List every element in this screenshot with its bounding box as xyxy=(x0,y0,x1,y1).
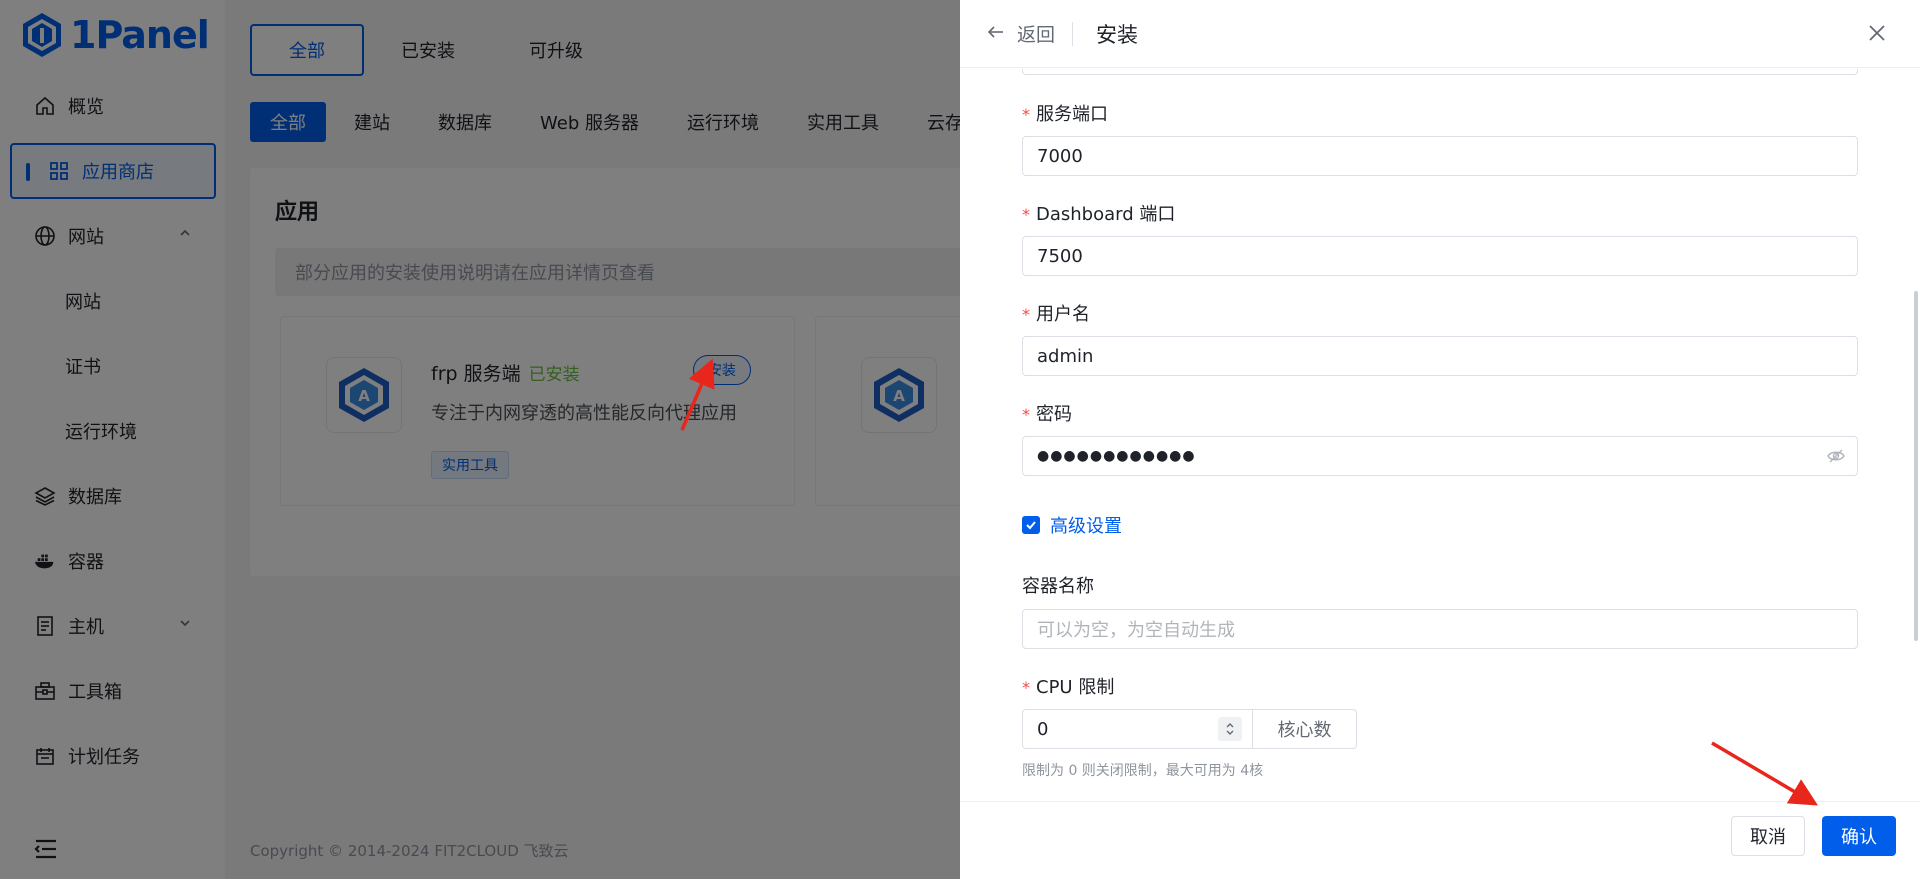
cpu-limit-label: * CPU 限制 xyxy=(1022,677,1115,698)
dashboard-port-label: * Dashboard 端口 xyxy=(1022,204,1176,225)
drawer-scrollbar[interactable] xyxy=(1914,291,1918,641)
container-name-input[interactable]: 可以为空，为空自动生成 xyxy=(1022,609,1858,649)
username-input[interactable]: admin xyxy=(1022,336,1858,376)
stepper-icon[interactable] xyxy=(1218,717,1242,741)
cpu-limit-input[interactable]: 0 xyxy=(1022,709,1253,749)
back-button[interactable]: 返回 xyxy=(1017,20,1055,47)
password-value: ●●●●●●●●●●●● xyxy=(1037,448,1196,464)
container-name-label: 容器名称 xyxy=(1022,576,1094,597)
cpu-limit-value: 0 xyxy=(1037,718,1049,740)
password-input[interactable]: ●●●●●●●●●●●● xyxy=(1022,436,1858,476)
drawer-footer: 取消 确认 xyxy=(960,801,1920,879)
advanced-settings-checkbox[interactable]: 高级设置 xyxy=(1022,512,1122,538)
password-label: * 密码 xyxy=(1022,404,1072,425)
close-icon[interactable] xyxy=(1866,22,1888,44)
advanced-settings-label: 高级设置 xyxy=(1050,516,1122,537)
drawer-header: 返回 安装 xyxy=(960,0,1920,68)
drawer-title: 安装 xyxy=(1096,23,1138,47)
service-port-input[interactable]: 7000 xyxy=(1022,136,1858,176)
cancel-button[interactable]: 取消 xyxy=(1731,816,1805,856)
install-form: * 服务端口 7000 * Dashboard 端口 7500 * 用户名 admin… xyxy=(960,69,1920,801)
header-divider xyxy=(1072,22,1073,46)
service-port-label: * 服务端口 xyxy=(1022,104,1108,125)
modal-overlay[interactable] xyxy=(0,0,960,879)
dashboard-port-input[interactable]: 7500 xyxy=(1022,236,1858,276)
previous-field[interactable] xyxy=(1022,69,1858,75)
cpu-unit-label: 核心数 xyxy=(1253,709,1357,749)
confirm-button[interactable]: 确认 xyxy=(1822,816,1896,856)
install-drawer: 返回 安装 * 服务端口 7000 * Dashboard 端口 7500 * 用户名… xyxy=(960,0,1920,879)
back-arrow-icon[interactable] xyxy=(986,22,1006,42)
cpu-limit-group: 0 核心数 xyxy=(1022,709,1357,749)
eye-off-icon[interactable] xyxy=(1827,447,1845,465)
username-label: * 用户名 xyxy=(1022,304,1090,325)
checkbox-checked-icon xyxy=(1022,516,1040,534)
cpu-limit-hint: 限制为 0 则关闭限制，最大可用为 4核 xyxy=(1022,763,1264,779)
